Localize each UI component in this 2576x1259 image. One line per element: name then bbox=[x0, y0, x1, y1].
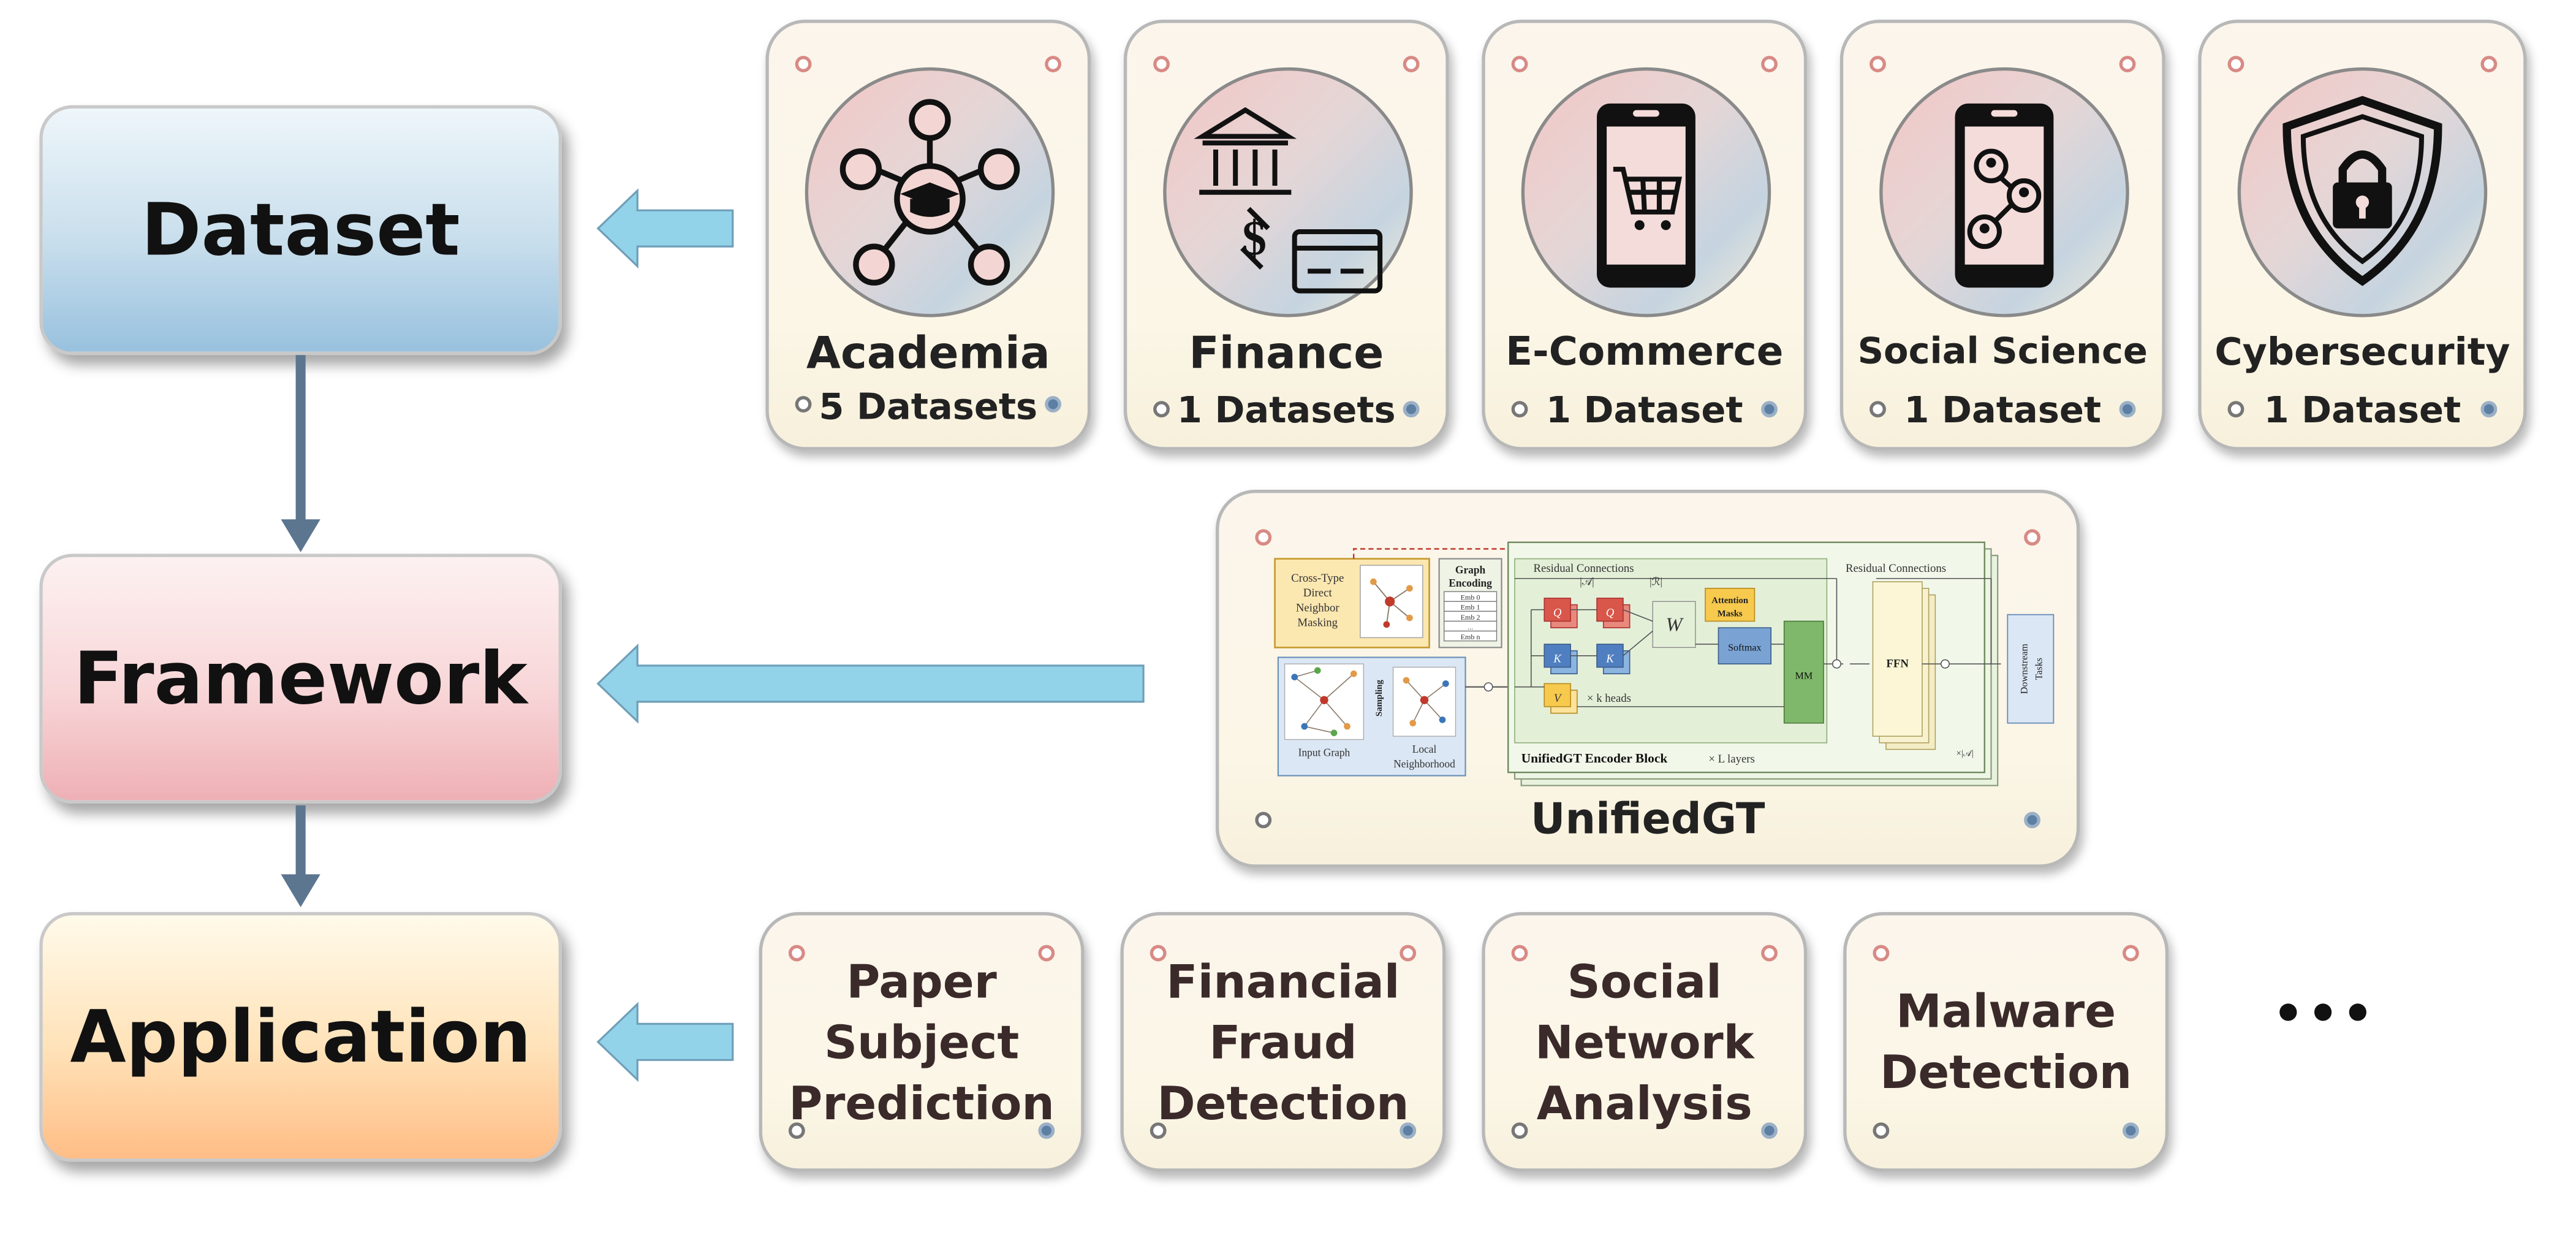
graph-encoding-label-2: Encoding bbox=[1449, 577, 1492, 589]
application-label: Social Network Analysis bbox=[1485, 915, 1804, 1168]
layers-label: × L layers bbox=[1708, 753, 1754, 766]
application-label: Application bbox=[70, 995, 531, 1079]
emb-row-1: Emb 1 bbox=[1461, 603, 1480, 612]
framework-box: Framework bbox=[39, 553, 562, 804]
application-label: Malware Detection bbox=[1847, 915, 2165, 1168]
domain-card-finance: $ Finance 1 Datasets bbox=[1123, 20, 1449, 451]
domain-card-social-science: Social Science 1 Dataset bbox=[1839, 20, 2165, 451]
svg-text:$: $ bbox=[1242, 211, 1267, 266]
domain-count: 1 Dataset bbox=[1904, 391, 2102, 433]
attention-masks-label-1: Attention bbox=[1711, 596, 1748, 606]
domain-count: 1 Datasets bbox=[1176, 391, 1396, 433]
sampling-label: Sampling bbox=[1374, 680, 1384, 717]
residual-connections-right: Residual Connections bbox=[1846, 562, 1946, 575]
framework-label: Framework bbox=[74, 636, 528, 721]
unifiedgt-architecture-diagram: Cross-Type Direct Neighbor Masking Graph… bbox=[1274, 541, 2055, 786]
dataset-box: Dataset bbox=[39, 105, 562, 356]
application-line: Analysis bbox=[1536, 1075, 1752, 1130]
dataset-label: Dataset bbox=[141, 188, 460, 272]
k-label: K bbox=[1553, 652, 1562, 665]
emb-row-0: Emb 0 bbox=[1461, 593, 1480, 602]
flow-arrow-framework-application bbox=[281, 805, 320, 907]
smartphone-cart-icon bbox=[1521, 67, 1771, 318]
mm-label: MM bbox=[1795, 671, 1813, 681]
local-neighborhood-label-1: Local bbox=[1412, 743, 1437, 755]
smartphone-network-icon bbox=[1879, 67, 2129, 318]
application-card: Malware Detection bbox=[1843, 912, 2169, 1172]
abs-r-label: |ℛ| bbox=[1650, 575, 1662, 587]
attention-masks-label-2: Masks bbox=[1718, 609, 1743, 618]
application-card: Paper Subject Prediction bbox=[759, 912, 1085, 1172]
domain-name: E-Commerce bbox=[1506, 329, 1784, 375]
application-line: Detection bbox=[1157, 1075, 1409, 1130]
softmax-label: Softmax bbox=[1728, 643, 1761, 653]
application-line: Subject bbox=[824, 1014, 1020, 1070]
cross-type-label-1: Cross-Type bbox=[1291, 572, 1344, 585]
ffn-label: FFN bbox=[1886, 658, 1909, 671]
domain-name: Cybersecurity bbox=[2214, 332, 2510, 375]
arrow-datasets-to-dataset bbox=[596, 188, 734, 269]
application-line: Network bbox=[1535, 1014, 1754, 1070]
flow-arrow-dataset-framework bbox=[281, 355, 320, 552]
times-a-label: ×|𝒜| bbox=[1957, 748, 1974, 758]
input-graph-label: Input Graph bbox=[1298, 746, 1351, 758]
downstream-label-1: Downstream bbox=[2019, 644, 2029, 694]
encoder-block-label: UnifiedGT Encoder Block bbox=[1521, 751, 1668, 766]
domain-count: 1 Dataset bbox=[1545, 391, 1743, 433]
domain-name: Academia bbox=[806, 329, 1050, 380]
more-ellipsis: ••• bbox=[2272, 986, 2377, 1044]
application-line: Malware bbox=[1896, 984, 2116, 1039]
domain-name: Social Science bbox=[1857, 332, 2148, 373]
application-line: Paper bbox=[846, 954, 997, 1008]
pipeline-diagram: Dataset Framework Application Academia 5… bbox=[0, 0, 2576, 1259]
application-label: Financial Fraud Detection bbox=[1124, 915, 1442, 1168]
residual-connections-left: Residual Connections bbox=[1534, 562, 1634, 575]
arrow-unifiedgt-to-framework bbox=[596, 643, 1145, 724]
domain-card-academia: Academia 5 Datasets bbox=[765, 20, 1091, 451]
emb-row-2: Emb 2 bbox=[1461, 613, 1480, 622]
application-card: Social Network Analysis bbox=[1482, 912, 1808, 1172]
application-line: Detection bbox=[1880, 1045, 2132, 1100]
heads-label: × k heads bbox=[1587, 692, 1631, 705]
domain-count: 5 Datasets bbox=[819, 387, 1038, 429]
application-label: Paper Subject Prediction bbox=[762, 915, 1081, 1168]
arrow-applications-to-application bbox=[596, 1002, 734, 1082]
application-line: Prediction bbox=[789, 1075, 1055, 1130]
academic-network-icon bbox=[805, 67, 1055, 318]
q-label: Q bbox=[1553, 606, 1562, 619]
application-box: Application bbox=[39, 912, 562, 1162]
cross-type-label-4: Masking bbox=[1297, 616, 1338, 629]
downstream-label-2: Tasks bbox=[2034, 658, 2045, 680]
local-neighborhood-label-2: Neighborhood bbox=[1393, 758, 1455, 770]
unifiedgt-card: UnifiedGT Cross-Type Direct Neighbor Mas… bbox=[1216, 489, 2080, 868]
application-line: Social bbox=[1567, 954, 1722, 1008]
unifiedgt-title: UnifiedGT bbox=[1530, 795, 1765, 845]
application-card: Financial Fraud Detection bbox=[1120, 912, 1446, 1172]
domain-card-ecommerce: E-Commerce 1 Dataset bbox=[1482, 20, 1808, 451]
cross-type-label-3: Neighbor bbox=[1296, 601, 1340, 614]
q-prime-label: Q bbox=[1606, 606, 1615, 619]
w-matrix-symbol: W bbox=[1666, 614, 1684, 636]
bank-finance-icon: $ bbox=[1163, 67, 1413, 318]
cross-type-label-2: Direct bbox=[1303, 587, 1333, 599]
application-line: Financial bbox=[1166, 954, 1400, 1008]
domain-name: Finance bbox=[1189, 329, 1384, 380]
domain-count: 1 Dataset bbox=[2263, 391, 2461, 433]
abs-a-label: |𝒜| bbox=[1580, 575, 1594, 587]
application-line: Fraud bbox=[1209, 1014, 1357, 1070]
graph-encoding-label-1: Graph bbox=[1455, 564, 1486, 576]
domain-card-cybersecurity: Cybersecurity 1 Dataset bbox=[2198, 20, 2527, 451]
k-prime-label: K bbox=[1605, 652, 1615, 665]
emb-row-3: ... bbox=[1468, 623, 1473, 631]
emb-row-4: Emb n bbox=[1461, 633, 1480, 641]
shield-lock-icon bbox=[2237, 67, 2488, 318]
